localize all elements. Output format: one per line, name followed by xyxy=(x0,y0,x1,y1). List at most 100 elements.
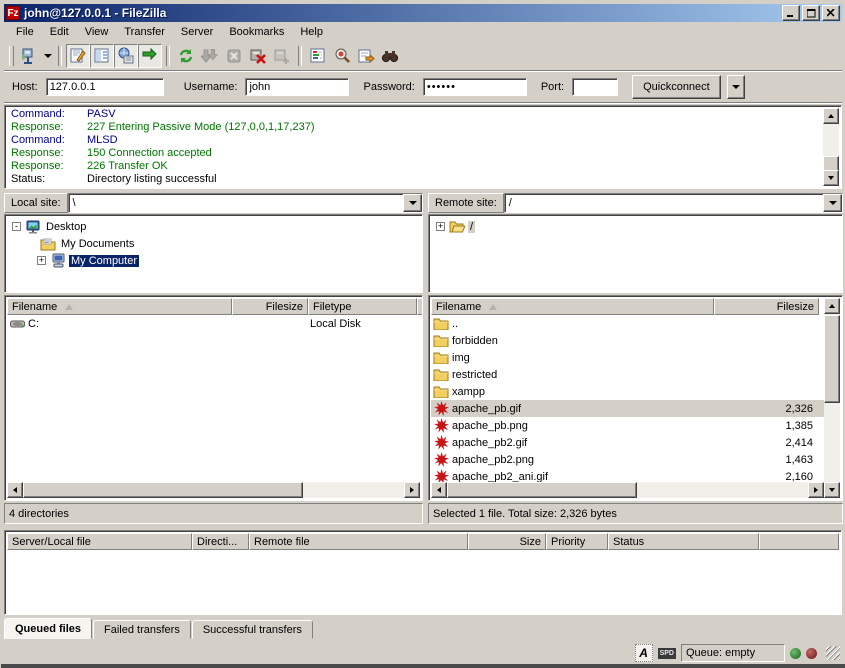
tab-successful-transfers[interactable]: Successful transfers xyxy=(192,620,313,639)
remote-site-dropdown-button[interactable] xyxy=(823,194,842,212)
local-site-dropdown-button[interactable] xyxy=(403,194,422,212)
minimize-button[interactable] xyxy=(782,5,800,21)
toggle-queue-button[interactable] xyxy=(138,44,162,68)
folder-row-forbidden[interactable]: forbidden xyxy=(431,332,824,349)
collapse-icon[interactable]: - xyxy=(12,222,21,231)
toggle-message-log-button[interactable] xyxy=(66,44,90,68)
tree-item-label[interactable]: / xyxy=(468,221,475,233)
remote-site-combo[interactable]: / xyxy=(504,193,843,213)
log-line: Status: Directory listing successful xyxy=(7,173,821,186)
host-input[interactable]: 127.0.0.1 xyxy=(46,78,164,96)
maximize-button[interactable] xyxy=(802,5,820,21)
menu-server[interactable]: Server xyxy=(173,24,221,40)
column-header-lastmodified[interactable]: L xyxy=(417,298,423,315)
folder-row-img[interactable]: img xyxy=(431,349,824,366)
tree-item-root[interactable]: + / xyxy=(431,218,840,235)
speed-limits-icon[interactable]: SPD xyxy=(658,648,676,659)
tree-item-label[interactable]: My Documents xyxy=(59,238,136,250)
toggle-local-tree-button[interactable] xyxy=(90,44,114,68)
tree-item-label[interactable]: My Computer xyxy=(69,255,139,267)
scroll-down-button[interactable] xyxy=(824,482,840,498)
cancel-button[interactable] xyxy=(222,44,246,68)
expand-icon[interactable]: + xyxy=(436,222,445,231)
binoculars-icon xyxy=(381,47,399,65)
column-header-status[interactable]: Status xyxy=(608,533,759,550)
tree-item-desktop[interactable]: - Desktop xyxy=(7,218,420,235)
password-input[interactable]: •••••• xyxy=(423,78,527,96)
expand-icon[interactable]: + xyxy=(37,256,46,265)
column-header-filename[interactable]: Filename xyxy=(7,298,232,315)
menu-edit[interactable]: Edit xyxy=(42,24,77,40)
scrollbar-thumb[interactable] xyxy=(23,482,303,498)
menu-help[interactable]: Help xyxy=(292,24,331,40)
file-row[interactable]: apache_pb.png 1,385 xyxy=(431,417,824,434)
file-row-c-drive[interactable]: C: Local Disk xyxy=(7,315,420,332)
toolbar-grip[interactable] xyxy=(9,46,14,66)
scroll-right-button[interactable] xyxy=(404,482,420,498)
scroll-left-button[interactable] xyxy=(431,482,447,498)
file-row[interactable]: apache_pb2.png 1,463 xyxy=(431,451,824,468)
tab-failed-transfers[interactable]: Failed transfers xyxy=(93,620,191,639)
remote-list-horizontal-scrollbar[interactable] xyxy=(431,482,824,498)
folder-row-up[interactable]: .. xyxy=(431,315,824,332)
local-site-combo[interactable]: \ xyxy=(68,193,423,213)
close-button[interactable] xyxy=(822,5,840,21)
username-input[interactable]: john xyxy=(245,78,349,96)
title-bar[interactable]: Fz john@127.0.0.1 - FileZilla xyxy=(4,4,842,22)
scroll-up-button[interactable] xyxy=(823,108,839,124)
process-queue-button[interactable] xyxy=(198,44,222,68)
scroll-left-button[interactable] xyxy=(7,482,23,498)
log-vertical-scrollbar[interactable] xyxy=(823,108,839,186)
remote-list-vertical-scrollbar[interactable] xyxy=(824,298,840,498)
reconnect-button[interactable] xyxy=(270,44,294,68)
column-header-priority[interactable]: Priority xyxy=(546,533,608,550)
tree-item-label[interactable]: Desktop xyxy=(44,221,88,233)
scroll-right-button[interactable] xyxy=(808,482,824,498)
refresh-button[interactable] xyxy=(174,44,198,68)
site-manager-button[interactable] xyxy=(17,44,41,68)
scrollbar-thumb[interactable] xyxy=(824,315,840,403)
menu-file[interactable]: File xyxy=(8,24,42,40)
tree-item-my-computer[interactable]: + My Computer xyxy=(7,252,420,269)
column-header-remote-file[interactable]: Remote file xyxy=(249,533,468,550)
directory-comparison-button[interactable] xyxy=(330,44,354,68)
quickconnect-dropdown-button[interactable] xyxy=(727,75,745,99)
menu-view[interactable]: View xyxy=(77,24,117,40)
tree-item-my-documents[interactable]: My Documents xyxy=(7,235,420,252)
column-header-server-local-file[interactable]: Server/Local file xyxy=(7,533,192,550)
synchronized-browsing-button[interactable] xyxy=(354,44,378,68)
menu-transfer[interactable]: Transfer xyxy=(116,24,173,40)
site-manager-dropdown-button[interactable] xyxy=(41,44,54,68)
folder-row-restricted[interactable]: restricted xyxy=(431,366,824,383)
column-header-filesize[interactable]: Filesize xyxy=(714,298,819,315)
toggle-remote-tree-button[interactable] xyxy=(114,44,138,68)
resize-grip[interactable] xyxy=(826,646,840,660)
folder-row-xampp[interactable]: xampp xyxy=(431,383,824,400)
column-header-size[interactable]: Size xyxy=(468,533,546,550)
disconnect-button[interactable] xyxy=(246,44,270,68)
arrow-right-icon xyxy=(410,487,414,493)
queue-status-panel: Queue: empty xyxy=(681,644,785,662)
scrollbar-thumb[interactable] xyxy=(447,482,637,498)
file-row[interactable]: apache_pb2.gif 2,414 xyxy=(431,434,824,451)
column-header-direction[interactable]: Directi... xyxy=(192,533,249,550)
port-input[interactable] xyxy=(572,78,618,96)
local-list-horizontal-scrollbar[interactable] xyxy=(7,482,420,498)
column-header-filename[interactable]: Filename xyxy=(431,298,714,315)
menu-bar: File Edit View Transfer Server Bookmarks… xyxy=(4,22,842,42)
scroll-down-button[interactable] xyxy=(823,170,839,186)
menu-bookmarks[interactable]: Bookmarks xyxy=(221,24,292,40)
column-header-filesize[interactable]: Filesize xyxy=(232,298,308,315)
filter-button[interactable] xyxy=(306,44,330,68)
transfer-type-icon[interactable]: A xyxy=(635,644,653,662)
quickconnect-button[interactable]: Quickconnect xyxy=(632,75,721,99)
local-site-path[interactable]: \ xyxy=(69,194,403,212)
column-label: Remote file xyxy=(254,536,310,548)
remote-site-path[interactable]: / xyxy=(505,194,823,212)
log-text: Directory listing successful xyxy=(87,173,217,186)
find-files-button[interactable] xyxy=(378,44,402,68)
tab-queued-files[interactable]: Queued files xyxy=(4,618,92,639)
scroll-up-button[interactable] xyxy=(824,298,840,314)
column-header-filetype[interactable]: Filetype xyxy=(308,298,417,315)
file-row-selected[interactable]: apache_pb.gif 2,326 xyxy=(431,400,824,417)
